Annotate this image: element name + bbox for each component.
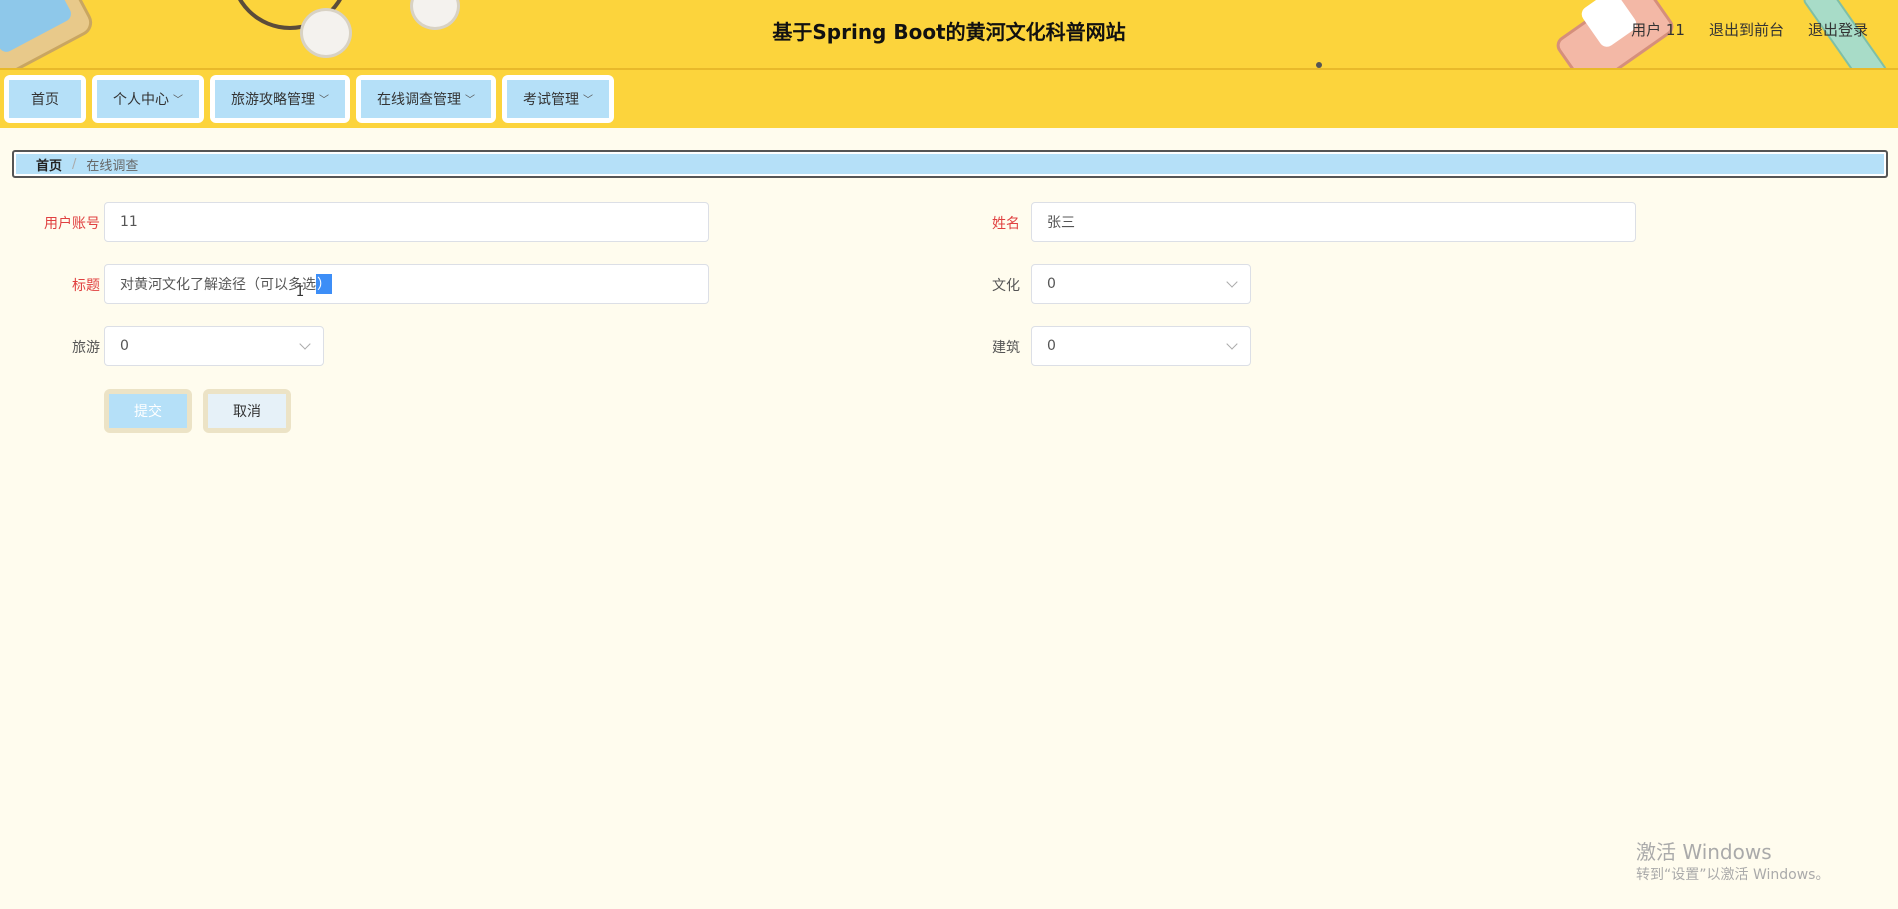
culture-value: 0 [1047, 276, 1056, 292]
windows-activation-watermark-title: 激活 Windows [1636, 840, 1772, 864]
chevron-down-icon: ﹀ [465, 94, 475, 106]
chevron-down-icon [1226, 338, 1238, 350]
title-input[interactable]: 对黄河文化了解途径（可以多选） [104, 264, 709, 304]
nav-item-label: 旅游攻略管理 [231, 92, 315, 108]
title-selected-text: ） [316, 274, 332, 294]
nav-item-label: 首页 [31, 92, 59, 108]
title-value: 对黄河文化了解途径（可以多选 [120, 277, 316, 293]
chevron-down-icon: ﹀ [583, 94, 593, 106]
chevron-down-icon [1226, 276, 1238, 288]
nav-item-personal-center-button[interactable]: 个人中心 ﹀ [97, 80, 199, 118]
nav-item-personal-center[interactable]: 个人中心 ﹀ [92, 75, 204, 123]
user-account-value: 11 [120, 214, 138, 230]
nav-item-home-button[interactable]: 首页 [9, 80, 81, 118]
site-title: 基于Spring Boot的黄河文化科普网站 [772, 20, 1126, 44]
exit-to-frontend-link[interactable]: 退出到前台 [1709, 19, 1784, 40]
architecture-label: 建筑 [992, 340, 1020, 356]
name-label: 姓名 [992, 216, 1020, 232]
logout-link[interactable]: 退出登录 [1808, 19, 1868, 40]
user-account-label: 用户账号 [44, 216, 100, 232]
breadcrumb: 首页 / 在线调查 [12, 150, 1888, 178]
nav-item-travel-guide-management[interactable]: 旅游攻略管理 ﹀ [210, 75, 350, 123]
nav-item-label: 考试管理 [523, 92, 579, 108]
text-cursor-icon: I [296, 284, 305, 300]
nav-item-exam-management[interactable]: 考试管理 ﹀ [502, 75, 614, 123]
nav-item-label: 个人中心 [113, 92, 169, 108]
header-links: 用户 11 退出到前台 退出登录 [1631, 19, 1868, 40]
architecture-select[interactable]: 0 [1031, 326, 1251, 366]
nav-item-travel-guide-management-button[interactable]: 旅游攻略管理 ﹀ [215, 80, 345, 118]
nav-item-home[interactable]: 首页 [4, 75, 86, 123]
breadcrumb-home-link[interactable]: 首页 [36, 155, 62, 174]
site-header: 基于Spring Boot的黄河文化科普网站 用户 11 退出到前台 退出登录 [0, 0, 1898, 70]
culture-label: 文化 [992, 278, 1020, 294]
architecture-value: 0 [1047, 338, 1056, 354]
nav-item-survey-management-button[interactable]: 在线调查管理 ﹀ [361, 80, 491, 118]
dot-decoration-icon [1316, 62, 1322, 68]
tourism-select[interactable]: 0 [104, 326, 324, 366]
culture-select[interactable]: 0 [1031, 264, 1251, 304]
nav-item-label: 在线调查管理 [377, 92, 461, 108]
nav-item-survey-management[interactable]: 在线调查管理 ﹀ [356, 75, 496, 123]
submit-button-wrapper: 提交 [104, 389, 192, 433]
chevron-down-icon: ﹀ [319, 94, 329, 106]
chevron-down-icon [299, 338, 311, 350]
tourism-value: 0 [120, 338, 129, 354]
nav-item-exam-management-button[interactable]: 考试管理 ﹀ [507, 80, 609, 118]
cancel-button-wrapper: 取消 [203, 389, 291, 433]
current-user-link[interactable]: 用户 11 [1631, 19, 1685, 40]
tourism-label: 旅游 [72, 340, 100, 356]
windows-activation-watermark-subtitle: 转到“设置”以激活 Windows。 [1636, 867, 1830, 883]
chevron-down-icon: ﹀ [173, 94, 183, 106]
title-label: 标题 [72, 278, 100, 294]
main-nav: 首页 个人中心 ﹀ 旅游攻略管理 ﹀ 在线调查管理 ﹀ 考试管理 ﹀ [0, 70, 1898, 128]
cancel-button[interactable]: 取消 [208, 394, 286, 428]
breadcrumb-separator: / [72, 156, 77, 172]
breadcrumb-current: 在线调查 [86, 158, 139, 174]
name-input[interactable]: 张三 [1031, 202, 1636, 242]
submit-button[interactable]: 提交 [109, 394, 187, 428]
user-account-input[interactable]: 11 [104, 202, 709, 242]
name-value: 张三 [1047, 215, 1075, 231]
